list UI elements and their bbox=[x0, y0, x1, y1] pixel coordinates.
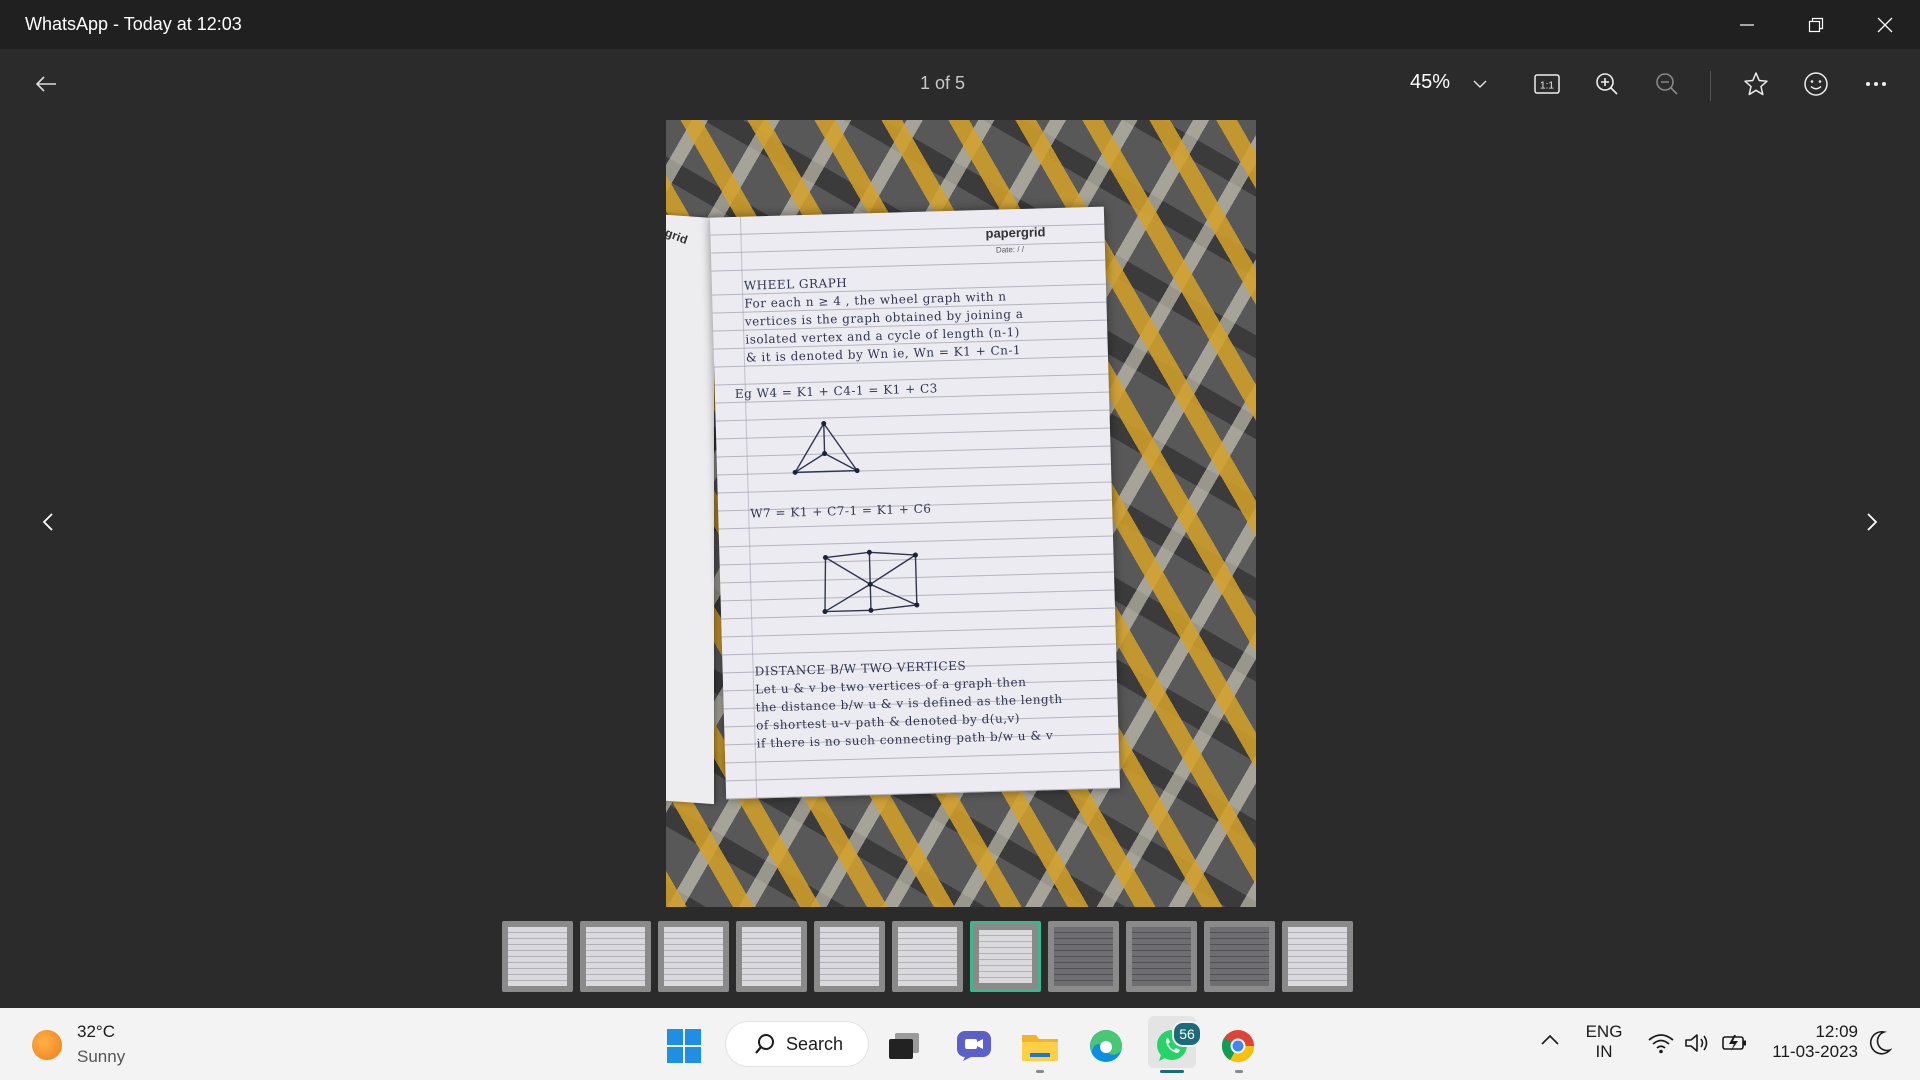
notebook-date-label: Date: / / bbox=[995, 244, 1025, 255]
file-explorer-icon bbox=[1022, 1035, 1058, 1061]
back-arrow-icon bbox=[35, 76, 56, 92]
favorite-button[interactable] bbox=[1734, 62, 1778, 106]
actual-size-icon: 1:1 bbox=[1534, 74, 1560, 94]
edge-button[interactable] bbox=[1082, 1022, 1130, 1070]
restore-icon bbox=[1808, 17, 1823, 32]
restore-button[interactable] bbox=[1781, 0, 1850, 49]
sun-icon[interactable] bbox=[32, 1030, 62, 1060]
taskbar-search[interactable]: Search bbox=[726, 1022, 868, 1066]
minimize-button[interactable] bbox=[1712, 0, 1781, 49]
note-line: if there is no such connecting path b/w … bbox=[756, 728, 1054, 751]
thumbnail[interactable] bbox=[970, 921, 1041, 992]
start-icon bbox=[667, 1029, 701, 1063]
language-indicator[interactable]: ENG IN bbox=[1574, 1022, 1634, 1062]
chrome-icon bbox=[1221, 1030, 1255, 1063]
note-line: Eg W4 = K1 + C4-1 = K1 + C3 bbox=[734, 381, 938, 401]
notifications-button[interactable] bbox=[1868, 1030, 1893, 1061]
back-button[interactable] bbox=[24, 62, 68, 106]
zoom-in-button[interactable] bbox=[1585, 62, 1629, 106]
zoom-out-button[interactable] bbox=[1645, 62, 1689, 106]
more-options-button[interactable] bbox=[1854, 62, 1898, 106]
note-line: WHEEL GRAPH bbox=[743, 275, 848, 293]
thumbnail[interactable] bbox=[736, 921, 807, 992]
note-line: DISTANCE B/W TWO VERTICES bbox=[754, 658, 967, 679]
thumbnail[interactable] bbox=[1282, 921, 1353, 992]
toolbar-divider bbox=[1710, 71, 1711, 101]
wifi-icon[interactable] bbox=[1648, 1032, 1674, 1059]
chevron-up-icon bbox=[1541, 1034, 1559, 1045]
zoom-in-icon bbox=[1596, 73, 1618, 95]
volume-icon[interactable] bbox=[1684, 1032, 1710, 1059]
teams-icon bbox=[957, 1031, 991, 1061]
chevron-left-icon bbox=[42, 513, 53, 531]
page-indicator: 1 of 5 bbox=[920, 73, 966, 93]
search-label: Search bbox=[786, 1033, 844, 1054]
active-indicator bbox=[1160, 1070, 1184, 1073]
zoom-out-icon bbox=[1656, 73, 1678, 95]
reaction-button[interactable] bbox=[1794, 62, 1838, 106]
language-code: ENG bbox=[1585, 1022, 1623, 1041]
thumbnail[interactable] bbox=[1204, 921, 1275, 992]
thumbnail[interactable] bbox=[658, 921, 729, 992]
chevron-right-icon bbox=[1867, 513, 1878, 531]
title-bar bbox=[0, 0, 1920, 49]
window-title: WhatsApp - Today at 12:03 bbox=[25, 14, 242, 34]
star-icon bbox=[1744, 72, 1768, 96]
thumbnail[interactable] bbox=[814, 921, 885, 992]
battery-icon[interactable] bbox=[1720, 1033, 1748, 1058]
close-button[interactable] bbox=[1850, 0, 1919, 49]
show-hidden-icons-button[interactable] bbox=[1540, 1033, 1560, 1051]
clock-time: 12:09 bbox=[1815, 1022, 1858, 1041]
task-view-icon bbox=[889, 1033, 919, 1059]
chrome-button[interactable] bbox=[1214, 1022, 1262, 1070]
region-code: IN bbox=[1595, 1042, 1613, 1061]
wheel-graph-w7-drawing bbox=[822, 549, 920, 615]
close-icon bbox=[1877, 17, 1892, 32]
thumbnail[interactable] bbox=[1048, 921, 1119, 992]
chevron-down-icon bbox=[1473, 80, 1487, 89]
previous-image-button[interactable] bbox=[26, 500, 70, 544]
notebook-page: papergrid Date: / / WHEEL GRAPH For each… bbox=[709, 206, 1121, 800]
weather-temperature[interactable]: 32°C bbox=[77, 1022, 115, 1042]
left-page-brand: ergrid bbox=[666, 221, 690, 247]
task-view-button[interactable] bbox=[880, 1022, 928, 1070]
running-indicator bbox=[1235, 1070, 1243, 1073]
next-image-button[interactable] bbox=[1850, 500, 1894, 544]
whatsapp-unread-badge: 56 bbox=[1172, 1021, 1202, 1047]
minimize-icon bbox=[1739, 23, 1754, 26]
note-line: & it is denoted by Wn ie, Wn = K1 + Cn-1 bbox=[745, 342, 1022, 365]
clock-date: 11-03-2023 bbox=[1772, 1042, 1858, 1061]
file-explorer-button[interactable] bbox=[1016, 1022, 1064, 1070]
photo-view[interactable]: ergrid papergrid Date: / / WHEEL GRAPH F… bbox=[666, 120, 1256, 907]
moon-icon bbox=[1869, 1030, 1893, 1055]
note-line: W7 = K1 + C7-1 = K1 + C6 bbox=[750, 501, 932, 521]
weather-condition[interactable]: Sunny bbox=[77, 1047, 125, 1067]
thumbnail[interactable] bbox=[1126, 921, 1197, 992]
start-button[interactable] bbox=[660, 1022, 708, 1070]
zoom-dropdown-button[interactable] bbox=[1458, 62, 1502, 106]
teams-chat-button[interactable] bbox=[950, 1022, 998, 1070]
thumbnail[interactable] bbox=[502, 921, 573, 992]
more-icon bbox=[1866, 82, 1886, 86]
notebook-brand: papergrid bbox=[985, 224, 1046, 241]
thumbnail[interactable] bbox=[580, 921, 651, 992]
wheel-graph-w4-drawing bbox=[792, 421, 860, 475]
zoom-level[interactable]: 45% bbox=[1410, 71, 1450, 94]
notebook-left-page: ergrid bbox=[666, 213, 714, 805]
svg-text:1:1: 1:1 bbox=[1540, 81, 1554, 92]
actual-size-button[interactable]: 1:1 bbox=[1525, 62, 1569, 106]
thumbnail[interactable] bbox=[892, 921, 963, 992]
edge-icon bbox=[1090, 1030, 1122, 1062]
clock[interactable]: 12:09 11-03-2023 bbox=[1762, 1022, 1858, 1062]
emoji-icon bbox=[1804, 72, 1828, 96]
running-indicator bbox=[1036, 1070, 1044, 1073]
search-icon bbox=[755, 1034, 774, 1054]
